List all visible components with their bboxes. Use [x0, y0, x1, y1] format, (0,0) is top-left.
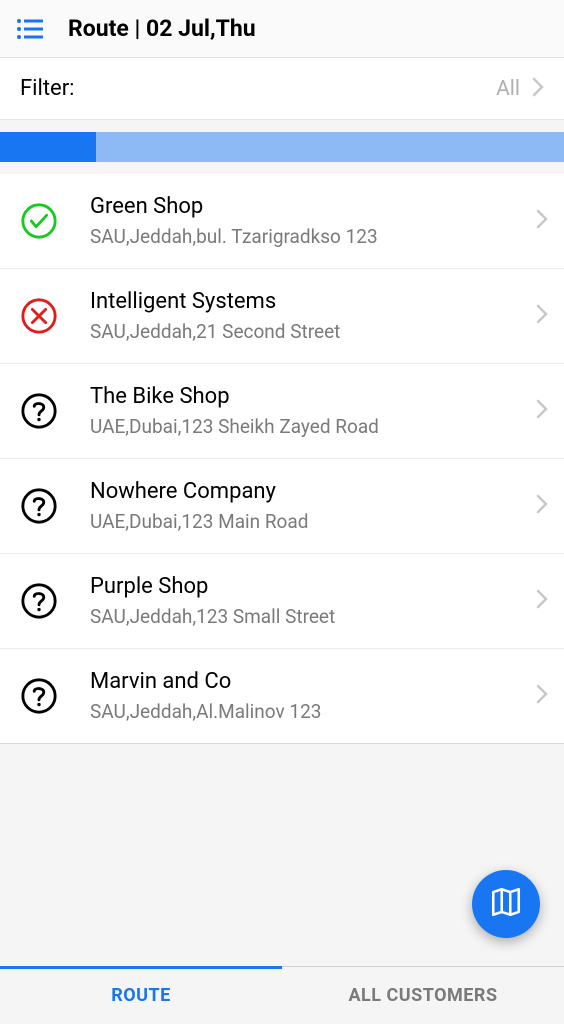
chevron-right-icon [536, 209, 548, 233]
list-item-title: Green Shop [90, 194, 536, 219]
list-item-subtitle: SAU,Jeddah,123 Small Street [90, 605, 536, 628]
list-item-content: The Bike Shop UAE,Dubai,123 Sheikh Zayed … [90, 384, 536, 438]
list-item-subtitle: SAU,Jeddah,bul. Tzarigradkso 123 [90, 225, 536, 248]
question-status-icon [20, 677, 58, 715]
chevron-right-icon [532, 77, 544, 101]
list-item-title: Purple Shop [90, 574, 536, 599]
list-item-content: Nowhere Company UAE,Dubai,123 Main Road [90, 479, 536, 533]
route-list-item[interactable]: Nowhere Company UAE,Dubai,123 Main Road [0, 459, 564, 554]
chevron-right-icon [536, 589, 548, 613]
list-item-title: Intelligent Systems [90, 289, 536, 314]
bottom-tabs: ROUTE ALL CUSTOMERS [0, 966, 564, 1024]
list-item-title: The Bike Shop [90, 384, 536, 409]
list-item-content: Intelligent Systems SAU,Jeddah,21 Second … [90, 289, 536, 343]
list-item-subtitle: UAE,Dubai,123 Sheikh Zayed Road [90, 415, 536, 438]
tab-all-customers[interactable]: ALL CUSTOMERS [282, 967, 564, 1024]
list-item-subtitle: UAE,Dubai,123 Main Road [90, 510, 536, 533]
route-list-item[interactable]: The Bike Shop UAE,Dubai,123 Sheikh Zayed … [0, 364, 564, 459]
route-list: Green Shop SAU,Jeddah,bul. Tzarigradkso 1… [0, 174, 564, 743]
question-status-icon [20, 392, 58, 430]
chevron-right-icon [536, 684, 548, 708]
progress-empty [96, 132, 564, 162]
progress-bar [0, 132, 564, 162]
list-item-title: Nowhere Company [90, 479, 536, 504]
chevron-right-icon [536, 494, 548, 518]
list-item-content: Green Shop SAU,Jeddah,bul. Tzarigradkso 1… [90, 194, 536, 248]
route-list-item[interactable]: Intelligent Systems SAU,Jeddah,21 Second … [0, 269, 564, 364]
filter-label: Filter: [20, 76, 75, 101]
menu-list-icon[interactable] [16, 15, 44, 43]
route-list-item[interactable]: Marvin and Co SAU,Jeddah,Al.Malinov 123 [0, 649, 564, 743]
question-status-icon [20, 582, 58, 620]
list-item-title: Marvin and Co [90, 669, 536, 694]
tab-all-label: ALL CUSTOMERS [348, 985, 497, 1006]
chevron-right-icon [536, 399, 548, 423]
list-divider [0, 743, 564, 744]
map-icon [489, 885, 523, 923]
map-fab-button[interactable] [472, 870, 540, 938]
page-title: Route | 02 Jul,Thu [68, 15, 256, 42]
x-status-icon [20, 297, 58, 335]
app-header: Route | 02 Jul,Thu [0, 0, 564, 58]
progress-fill [0, 132, 96, 162]
route-list-item[interactable]: Purple Shop SAU,Jeddah,123 Small Street [0, 554, 564, 649]
list-item-subtitle: SAU,Jeddah,21 Second Street [90, 320, 536, 343]
chevron-right-icon [536, 304, 548, 328]
filter-value-container: All [496, 77, 544, 101]
filter-bar[interactable]: Filter: All [0, 58, 564, 120]
filter-value: All [496, 77, 520, 101]
list-item-content: Marvin and Co SAU,Jeddah,Al.Malinov 123 [90, 669, 536, 723]
check-status-icon [20, 202, 58, 240]
list-item-content: Purple Shop SAU,Jeddah,123 Small Street [90, 574, 536, 628]
tab-route[interactable]: ROUTE [0, 967, 282, 1024]
list-item-subtitle: SAU,Jeddah,Al.Malinov 123 [90, 700, 536, 723]
question-status-icon [20, 487, 58, 525]
tab-route-label: ROUTE [111, 985, 171, 1006]
route-list-item[interactable]: Green Shop SAU,Jeddah,bul. Tzarigradkso 1… [0, 174, 564, 269]
